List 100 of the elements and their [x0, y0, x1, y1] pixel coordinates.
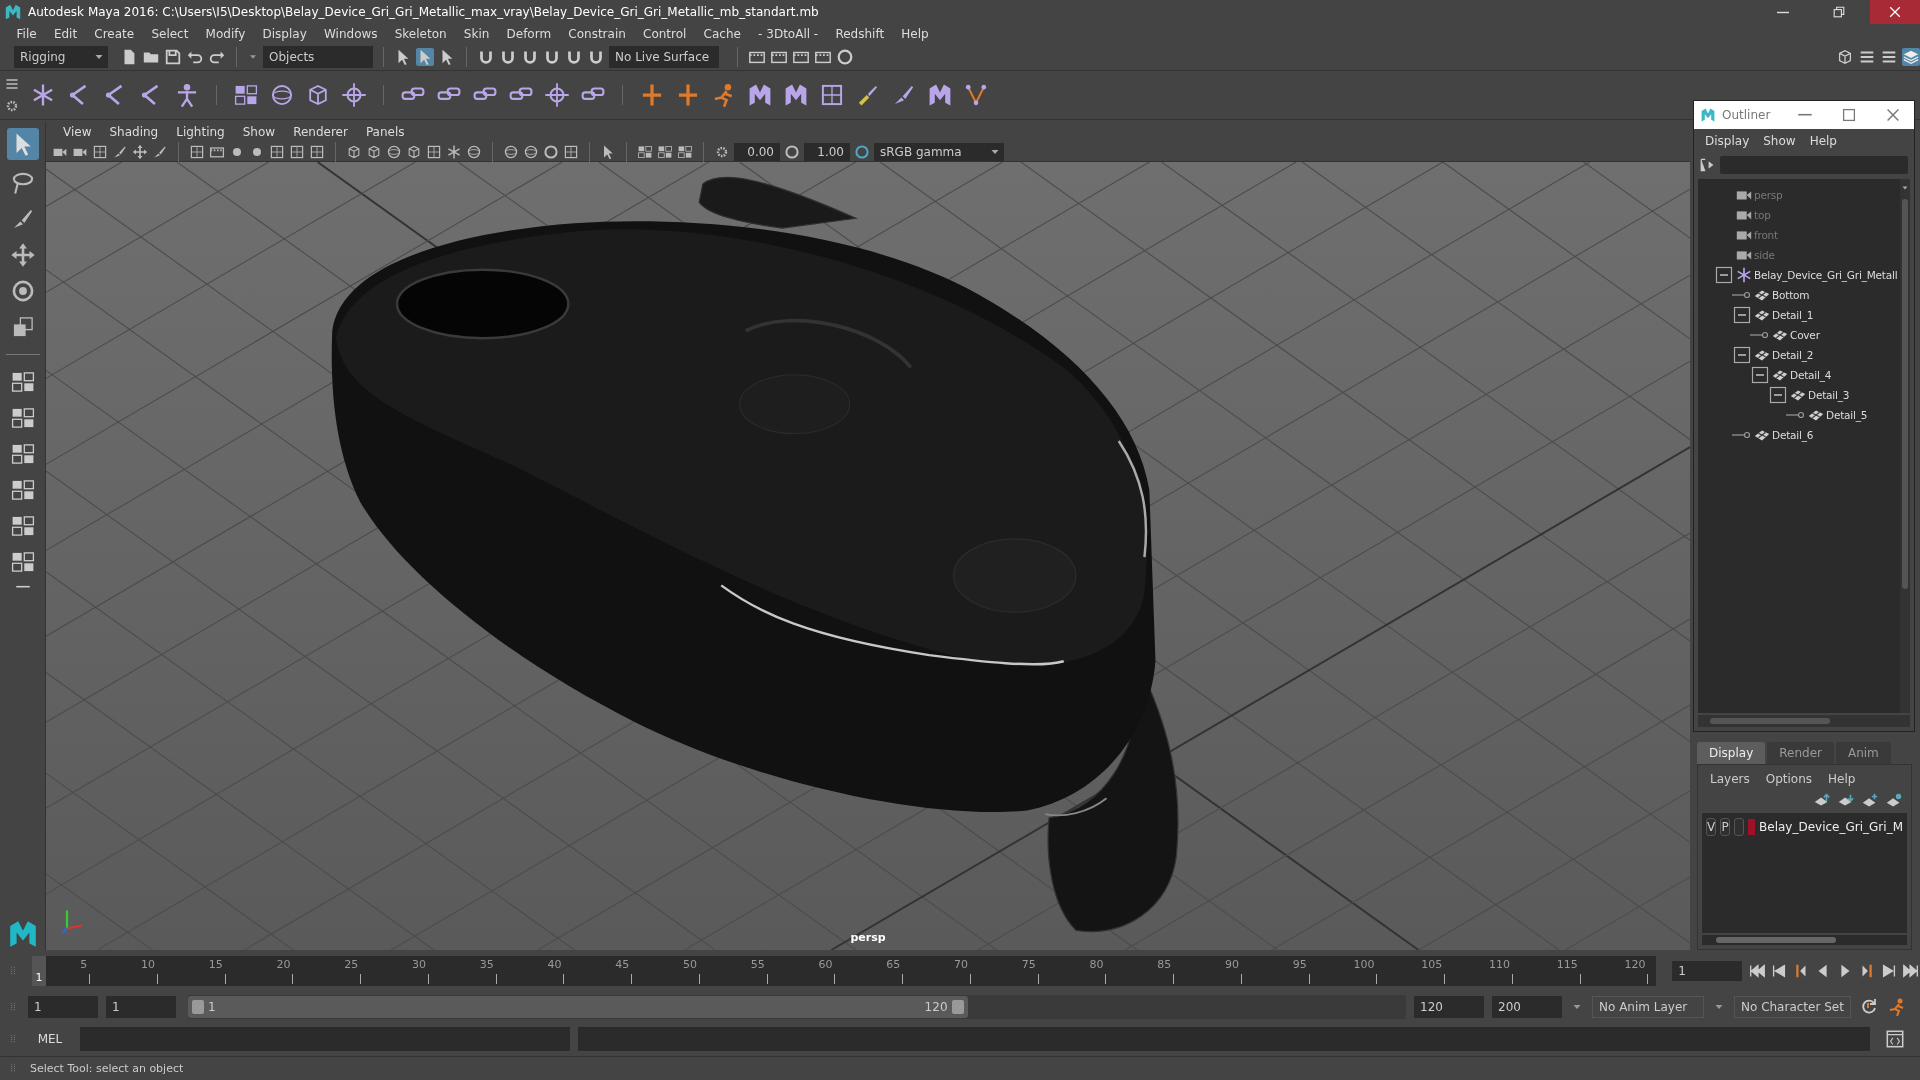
outliner-item[interactable]: Bottom — [1772, 289, 1810, 301]
playback-toggle[interactable]: P — [1720, 818, 1731, 836]
outliner-item[interactable]: Detail_6 — [1772, 429, 1814, 441]
window-title: Autodesk Maya 2016: C:\Users\I5\Desktop\Belay_Device_Gri_Gri_Metallic_max_vray\Belay_Device_Gri_Gri_Metallic_mb_standart.mb — [28, 5, 820, 19]
menu-item[interactable]: Cache — [695, 27, 750, 41]
panel-menu-item[interactable]: Shading — [100, 125, 168, 139]
minimize-icon[interactable] — [1796, 113, 1814, 117]
command-language-label[interactable]: MEL — [28, 1032, 72, 1046]
grid-toggle-icon[interactable] — [189, 143, 205, 160]
outliner-item[interactable]: Detail_2 — [1772, 349, 1814, 361]
filter-icon[interactable] — [1698, 157, 1714, 173]
command-input-field[interactable] — [80, 1027, 570, 1051]
menu-item[interactable]: Modify — [197, 27, 254, 41]
shelf-menu-icon[interactable] — [4, 76, 20, 92]
exposure-field[interactable]: 1.00 — [804, 142, 850, 161]
channel-box-icon[interactable] — [1902, 48, 1920, 66]
wireframe-icon[interactable] — [346, 143, 362, 160]
panel-menu-item[interactable]: Lighting — [167, 125, 234, 139]
current-frame-field[interactable]: 1 — [1672, 961, 1742, 981]
panel-menu-item[interactable]: Layers — [1702, 772, 1758, 786]
start-frame-field[interactable]: 1 — [28, 996, 98, 1018]
go-to-end-icon[interactable] — [1902, 962, 1920, 980]
menu-set-dropdown[interactable]: Rigging — [14, 46, 108, 68]
menu-item[interactable]: Skin — [455, 27, 498, 41]
logo-icon[interactable] — [747, 82, 773, 108]
modeling-toolkit-icon[interactable] — [1836, 48, 1854, 66]
logo-icon[interactable] — [783, 82, 809, 108]
two-view-icon[interactable] — [9, 441, 36, 467]
outliner-item[interactable]: Belay_Device_Gri_Gri_Metall — [1754, 269, 1898, 281]
visibility-toggle[interactable]: V — [1706, 818, 1717, 836]
search-field[interactable] — [1720, 156, 1908, 174]
expand-toggle-icon[interactable] — [1714, 265, 1734, 285]
character-set-dropdown[interactable]: No Character Set — [1734, 996, 1851, 1018]
selection-mode-field[interactable]: Objects — [263, 46, 373, 68]
panel-menu-item[interactable]: View — [54, 125, 101, 139]
outliner-item[interactable]: Detail_5 — [1826, 409, 1868, 421]
panel-menu-item[interactable]: Panels — [356, 125, 414, 139]
panel-menu-item[interactable]: Help — [1820, 772, 1864, 786]
menu-item[interactable]: Windows — [315, 27, 387, 41]
group-icon — [1735, 266, 1753, 284]
menu-item[interactable]: Deform — [497, 27, 560, 41]
live-surface-field[interactable]: No Live Surface — [609, 46, 719, 68]
menu-item[interactable]: Edit — [45, 27, 86, 41]
go-to-start-icon[interactable] — [1748, 962, 1766, 980]
close-icon[interactable] — [1884, 106, 1902, 124]
menu-item[interactable]: Constrain — [559, 27, 635, 41]
menu-item[interactable]: Display — [253, 27, 316, 41]
menu-item[interactable]: Skeleton — [386, 27, 456, 41]
color-management-icon[interactable] — [854, 143, 870, 160]
outliner-item[interactable]: Cover — [1790, 329, 1820, 341]
panel-tab[interactable]: Anim — [1835, 742, 1891, 764]
close-button[interactable] — [1870, 0, 1920, 24]
step-back-icon[interactable] — [1770, 962, 1788, 980]
wireframe-on-shaded-icon[interactable] — [406, 143, 422, 160]
move-tool-icon[interactable] — [9, 242, 36, 268]
panel-menu-item[interactable]: Renderer — [284, 125, 357, 139]
menu-item[interactable]: - 3DtoAll - — [749, 27, 827, 41]
menu-item[interactable]: Redshift — [826, 27, 893, 41]
logo-icon[interactable] — [927, 82, 953, 108]
menu-item[interactable]: Show — [1756, 134, 1803, 148]
panel-menu-item[interactable]: Options — [1757, 772, 1821, 786]
step-forward-icon[interactable] — [1880, 962, 1898, 980]
range-handle[interactable] — [192, 1000, 204, 1014]
menu-item[interactable]: Control — [634, 27, 695, 41]
panel-tab[interactable]: Display — [1697, 742, 1766, 764]
menu-item[interactable]: Help — [892, 27, 938, 41]
panel-menu-item[interactable]: Show — [233, 125, 285, 139]
menu-item[interactable]: Select — [142, 27, 197, 41]
playback-start-field[interactable]: 1 — [106, 996, 176, 1018]
display-type-toggle[interactable] — [1734, 818, 1745, 836]
sphere-icon[interactable] — [269, 82, 295, 108]
outliner-item[interactable]: Detail_4 — [1790, 369, 1832, 381]
2d-pan-icon[interactable] — [132, 143, 148, 160]
maximize-icon[interactable] — [1840, 106, 1858, 124]
smooth-shade-icon[interactable] — [366, 143, 382, 160]
end-frame-field[interactable]: 200 — [1492, 996, 1562, 1018]
menu-item[interactable]: File — [8, 27, 46, 41]
outliner-item[interactable]: Detail_1 — [1772, 309, 1814, 321]
expand-toggle-icon[interactable] — [1768, 385, 1788, 405]
gamma-field[interactable]: 0.00 — [734, 142, 780, 161]
layer-color-swatch[interactable] — [1748, 819, 1756, 835]
panel-tab[interactable]: Render — [1767, 742, 1834, 764]
layer-name[interactable]: Belay_Device_Gri_Gri_M — [1759, 820, 1903, 834]
four-view-icon[interactable] — [9, 405, 36, 431]
vertex-icon[interactable] — [963, 82, 989, 108]
outliner-item[interactable]: Detail_3 — [1808, 389, 1850, 401]
textured-icon[interactable] — [426, 143, 442, 160]
menu-item[interactable]: Help — [1802, 134, 1844, 148]
range-slider-track[interactable]: 1 120 — [188, 995, 1406, 1019]
expand-toggle-icon[interactable] — [1750, 365, 1770, 385]
expand-toggle-icon[interactable] — [1732, 345, 1752, 365]
color-space-dropdown[interactable]: sRGB gamma — [874, 142, 1004, 161]
save-icon[interactable] — [164, 48, 182, 66]
single-view-icon[interactable] — [9, 369, 36, 395]
menu-item[interactable]: Create — [85, 27, 143, 41]
expand-toggle-icon[interactable] — [1732, 305, 1752, 325]
anim-layer-dropdown[interactable]: No Anim Layer — [1592, 996, 1704, 1018]
script-editor-icon[interactable] — [1884, 1028, 1906, 1050]
menu-item[interactable]: Display — [1698, 134, 1757, 148]
playback-end-field[interactable]: 120 — [1414, 996, 1484, 1018]
